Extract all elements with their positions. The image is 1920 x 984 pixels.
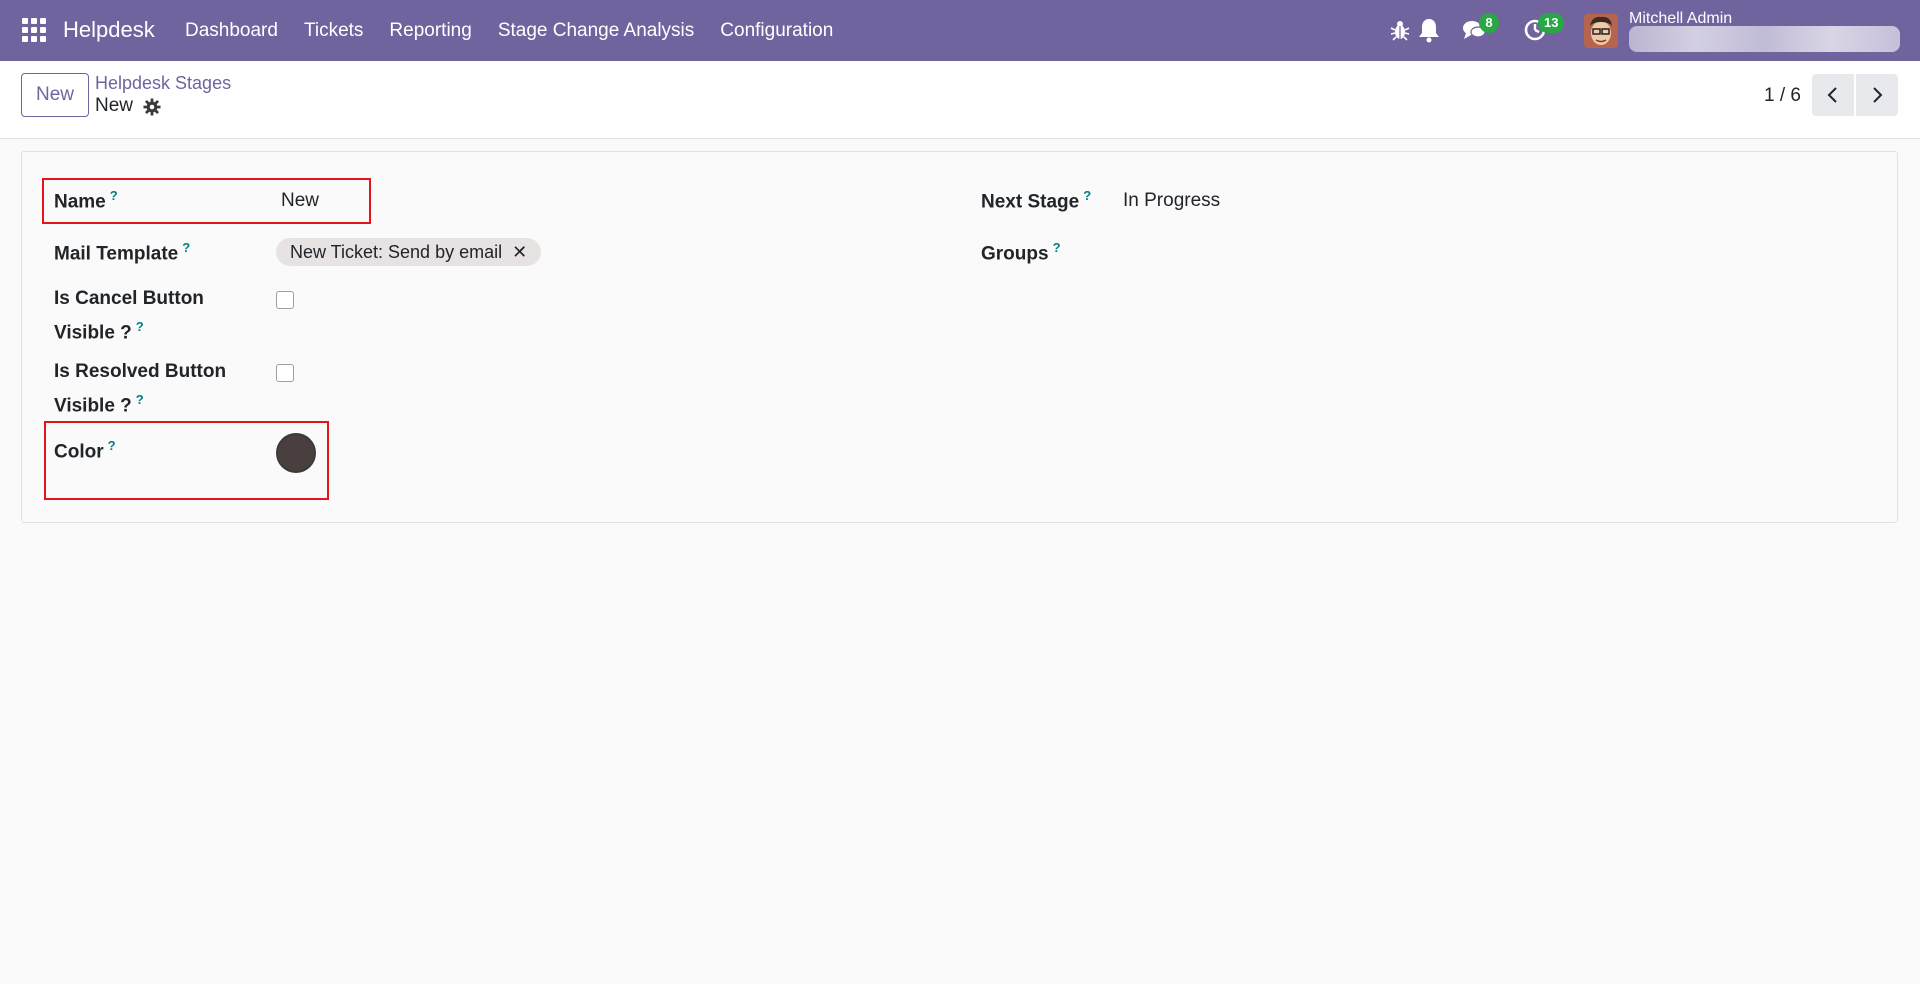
mail-template-tag[interactable]: New Ticket: Send by email ✕ (276, 238, 542, 266)
database-name-blurred (1629, 26, 1900, 52)
new-record-button[interactable]: New (21, 73, 89, 117)
menu-configuration[interactable]: Configuration (720, 20, 833, 42)
cancel-button-visible-checkbox[interactable] (276, 291, 294, 309)
top-navbar: Helpdesk Dashboard Tickets Reporting Sta… (0, 0, 1920, 61)
cancel-help-icon[interactable]: ? (136, 319, 144, 334)
menu-dashboard[interactable]: Dashboard (185, 20, 278, 42)
app-brand[interactable]: Helpdesk (63, 17, 155, 43)
mail-template-help-icon[interactable]: ? (182, 240, 190, 255)
next-stage-label: Next Stage? (981, 188, 1092, 213)
groups-label: Groups? (981, 240, 1061, 265)
cancel-button-visible-label: Is Cancel Button Visible ?? (54, 288, 204, 344)
next-stage-field[interactable]: In Progress (1123, 190, 1220, 212)
color-highlight-box (44, 421, 329, 500)
breadcrumb-helpdesk-stages[interactable]: Helpdesk Stages (95, 73, 231, 94)
apps-menu-icon[interactable] (22, 18, 46, 42)
tag-remove-icon[interactable]: ✕ (512, 238, 527, 266)
resolved-button-visible-checkbox[interactable] (276, 364, 294, 382)
name-highlight-box (42, 178, 371, 224)
menu-stage-change-analysis[interactable]: Stage Change Analysis (498, 20, 694, 42)
pager-previous-button[interactable] (1812, 74, 1854, 116)
breadcrumb-current-record: New (95, 95, 134, 116)
resolved-button-visible-label: Is Resolved Button Visible ?? (54, 361, 227, 417)
control-panel: New Helpdesk Stages New 1 / 6 (0, 61, 1920, 139)
groups-help-icon[interactable]: ? (1053, 240, 1061, 255)
pager-value[interactable]: 1 / 6 (1764, 85, 1801, 107)
chevron-right-icon (1873, 87, 1883, 103)
bell-icon[interactable] (1418, 17, 1440, 43)
resolved-help-icon[interactable]: ? (136, 392, 144, 407)
menu-tickets[interactable]: Tickets (304, 20, 363, 42)
chevron-left-icon (1827, 87, 1837, 103)
main-menu: Dashboard Tickets Reporting Stage Change… (185, 20, 859, 42)
bug-icon[interactable] (1390, 19, 1410, 41)
activity-count-badge: 13 (1538, 13, 1565, 33)
user-avatar[interactable] (1584, 14, 1618, 48)
pager-next-button[interactable] (1856, 74, 1898, 116)
menu-reporting[interactable]: Reporting (389, 20, 471, 42)
chat-count-badge: 8 (1479, 13, 1499, 33)
next-stage-help-icon[interactable]: ? (1083, 188, 1091, 203)
gear-icon[interactable] (143, 98, 161, 116)
mail-template-label: Mail Template? (54, 240, 191, 265)
